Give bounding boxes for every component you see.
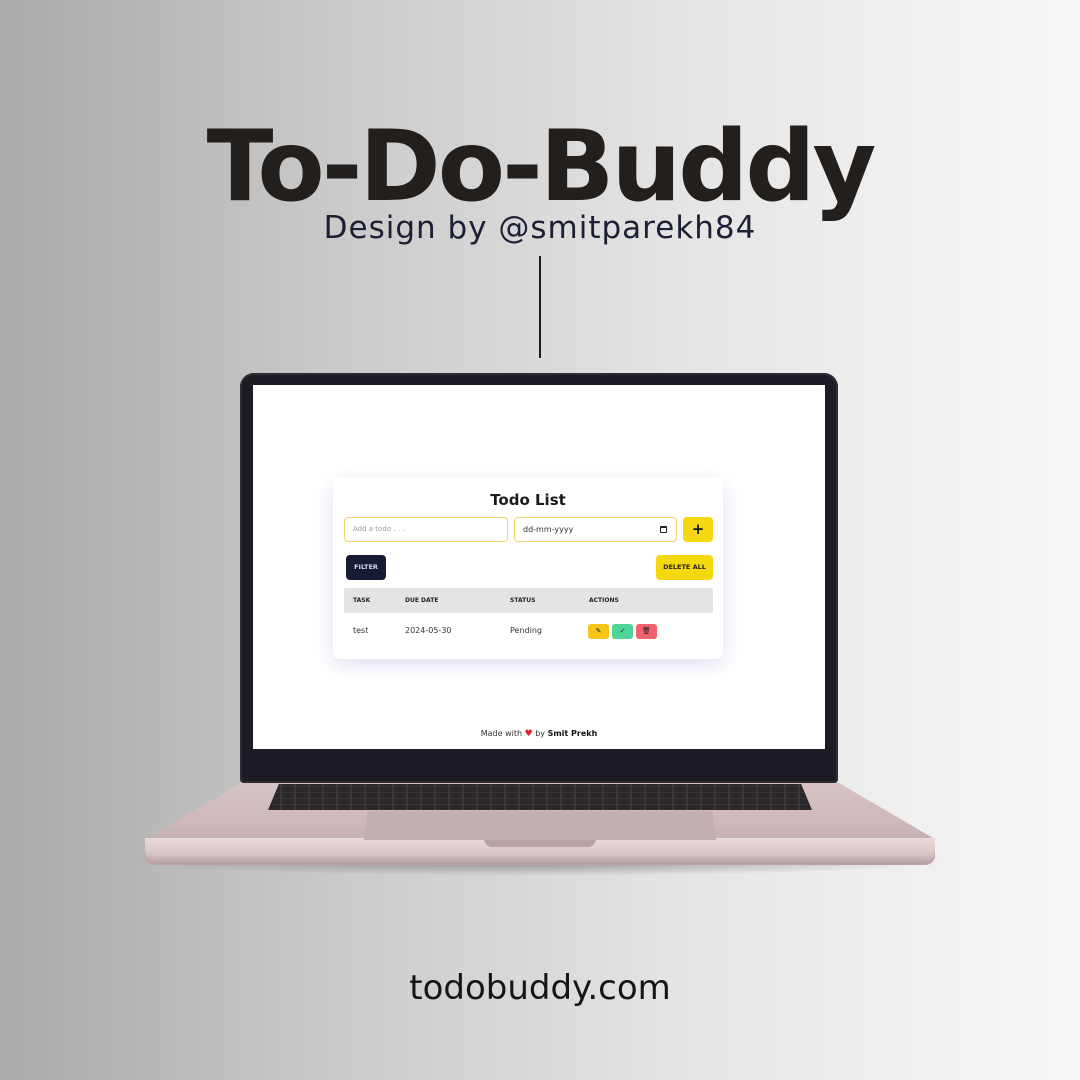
trash-icon: 🗑 <box>642 627 651 635</box>
status-cell: Pending <box>510 626 542 635</box>
footer-author[interactable]: Smit Prekh <box>548 729 598 738</box>
calendar-icon[interactable] <box>660 526 667 533</box>
heart-icon: ♥ <box>524 729 533 739</box>
column-header-task: TASK <box>353 597 371 604</box>
footer-by: by <box>535 729 546 738</box>
trackpad <box>364 811 716 840</box>
task-cell: test <box>353 626 369 635</box>
laptop-screen: Todo List Add a todo . . . dd-mm-yyyy + … <box>253 385 825 749</box>
edit-button[interactable]: ✎ <box>588 624 609 639</box>
check-icon: ✓ <box>619 627 626 635</box>
filter-button[interactable]: FILTER <box>346 555 386 580</box>
complete-button[interactable]: ✓ <box>612 624 633 639</box>
delete-button[interactable]: 🗑 <box>636 624 657 639</box>
footer: Made with ♥ by Smit Prekh <box>253 729 825 739</box>
add-todo-button[interactable]: + <box>683 517 713 542</box>
due-date-input[interactable]: dd-mm-yyyy <box>514 517 677 542</box>
table-header: TASK DUE DATE STATUS ACTIONS <box>344 588 713 613</box>
card-title: Todo List <box>490 491 566 509</box>
edit-icon: ✎ <box>595 627 602 635</box>
due-date-placeholder: dd-mm-yyyy <box>523 525 574 534</box>
keyboard <box>268 784 812 810</box>
table-row: test 2024-05-30 Pending ✎ ✓ 🗑 <box>344 617 713 645</box>
site-url[interactable]: todobuddy.com <box>0 968 1080 1008</box>
footer-prefix: Made with <box>480 729 523 738</box>
hero-title: To-Do-Buddy <box>206 110 877 224</box>
due-date-cell: 2024-05-30 <box>405 626 452 635</box>
column-header-due-date: DUE DATE <box>405 597 439 604</box>
column-header-actions: ACTIONS <box>589 597 619 604</box>
todo-card: Todo List Add a todo . . . dd-mm-yyyy + … <box>333 477 723 659</box>
connector-line <box>539 256 541 358</box>
column-header-status: STATUS <box>510 597 536 604</box>
delete-all-button[interactable]: DELETE ALL <box>656 555 713 580</box>
hero-subtitle: Design by @smitparekh84 <box>323 210 757 246</box>
todo-input[interactable]: Add a todo . . . <box>344 517 508 542</box>
